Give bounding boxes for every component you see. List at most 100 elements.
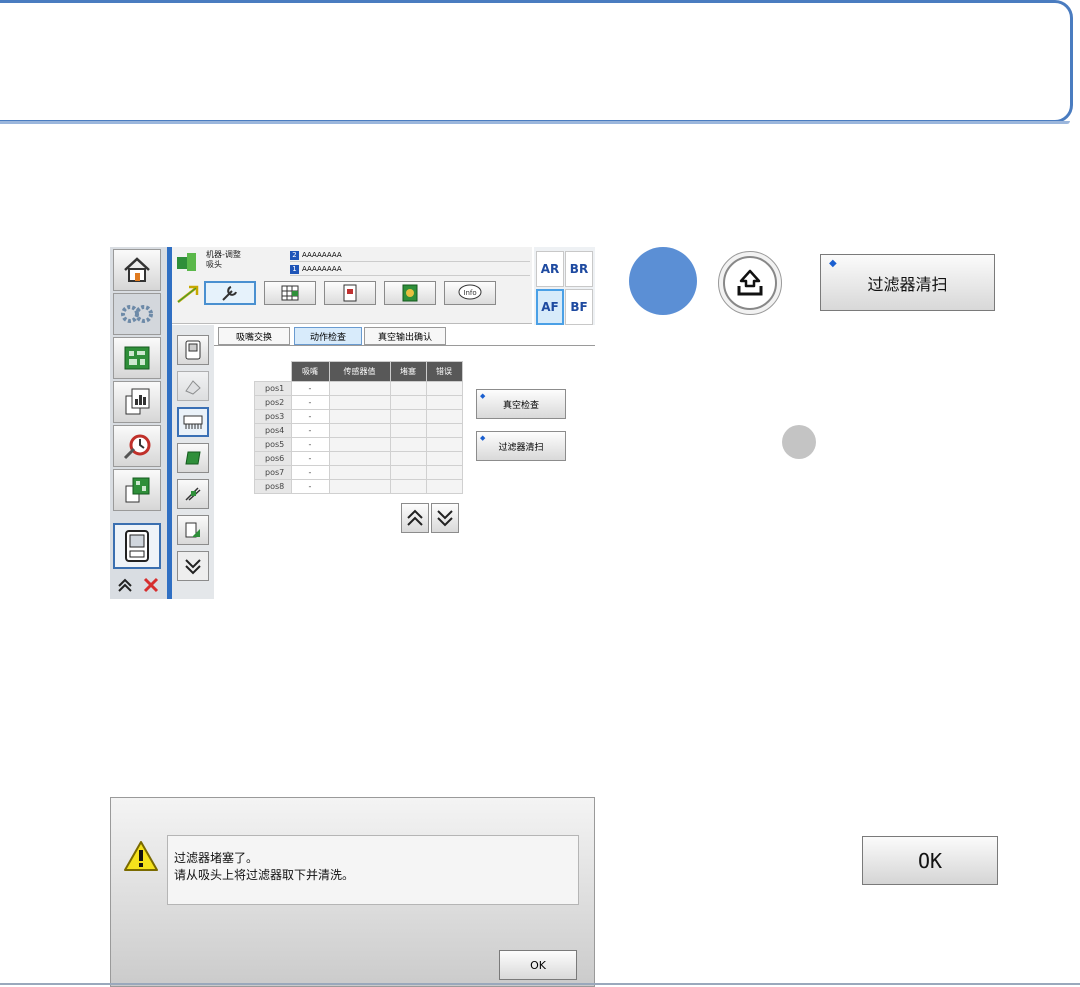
header-spacer: [172, 309, 532, 324]
filter-clean-button-large[interactable]: ◆ 过滤器清扫: [820, 254, 995, 311]
return-key-button[interactable]: [718, 251, 782, 315]
function-tabs: Info: [172, 279, 532, 310]
tab-info[interactable]: Info: [444, 281, 496, 305]
row-label: pos4: [254, 423, 292, 438]
tab-grid[interactable]: [264, 281, 316, 305]
lane-ar-button[interactable]: AR: [536, 251, 564, 287]
nav-scroll-up-button[interactable]: [113, 573, 137, 597]
error-cell: [425, 465, 463, 480]
sub-nav: [172, 325, 214, 599]
subnav-conveyor-button[interactable]: [177, 479, 209, 509]
gears-icon: [121, 305, 153, 323]
filter-clean-button[interactable]: ◆ 过滤器清扫: [476, 431, 566, 461]
subnav-calibration-button[interactable]: [177, 515, 209, 545]
nozzle-cell: -: [290, 451, 330, 466]
table-row: pos4-: [254, 423, 463, 438]
diamond-icon: ◆: [480, 392, 486, 400]
error-cell: [425, 381, 463, 396]
dialog-ok-button[interactable]: OK: [499, 950, 577, 980]
clog-cell: [389, 395, 427, 410]
info-field-2: 1 AAAAAAAA: [290, 263, 530, 276]
dialog-message: 过滤器堵塞了。 请从吸头上将过滤器取下并清洗。: [167, 835, 579, 905]
home-icon: [124, 257, 150, 282]
col-header-nozzle: 吸嘴: [290, 361, 330, 382]
grid-table-icon: [281, 285, 299, 301]
row-label: pos7: [254, 465, 292, 480]
col-header-clog: 堵塞: [389, 361, 427, 382]
alarm-clock-wrench-icon: [123, 434, 151, 460]
sensor-cell: [328, 409, 391, 424]
board-nav-button[interactable]: [113, 337, 161, 379]
screen-title-line1: 机器-调整: [206, 250, 241, 259]
arrow-up-right-icon: [177, 285, 199, 303]
table-row: pos8-: [254, 479, 463, 494]
double-chevron-up-icon: [118, 578, 132, 592]
nozzle-cell: -: [290, 409, 330, 424]
error-cell: [425, 423, 463, 438]
table-row: pos7-: [254, 465, 463, 480]
nozzle-status-table: 吸嘴 传感器值 堵塞 错误 pos1- pos2- pos3- pos4- po…: [254, 361, 463, 494]
nozzle-cell: -: [290, 465, 330, 480]
tray-icon: [185, 451, 201, 465]
double-chevron-up-icon: [407, 509, 423, 526]
tab-action-check[interactable]: 动作检查: [294, 327, 362, 345]
info-label: Info: [463, 289, 476, 297]
nozzle-check-panel: 吸嘴交换 动作检查 真空输出确认 吸嘴 传感器值 堵塞 错误 pos1 - pos…: [214, 325, 595, 599]
ok-button-large[interactable]: OK: [862, 836, 998, 885]
board-data-nav-button[interactable]: [113, 469, 161, 511]
machine-small-icon: [185, 340, 201, 360]
subnav-head-button[interactable]: [177, 407, 209, 437]
lane-bf-button[interactable]: BF: [565, 289, 593, 325]
machine-adjust-screen: 机器-调整 吸头 2 AAAAAAAA 1 AAAAAAAA Info AR B…: [110, 247, 595, 599]
conveyor-icon: [185, 487, 201, 501]
tab-adjust[interactable]: [204, 281, 256, 305]
filter-clean-large-label: 过滤器清扫: [867, 274, 948, 294]
sensor-cell: [328, 479, 391, 494]
info-field-1: 2 AAAAAAAA: [290, 249, 530, 262]
row-label: pos8: [254, 479, 292, 494]
warning-icon: [124, 841, 158, 871]
tab-document[interactable]: [324, 281, 376, 305]
row-label: pos5: [254, 437, 292, 452]
lane-br-button[interactable]: BR: [565, 251, 593, 287]
filter-clog-dialog: 过滤器堵塞了。 请从吸头上将过滤器取下并清洗。 OK: [110, 797, 595, 987]
subnav-feeder-button[interactable]: [177, 371, 209, 401]
row-label: pos1: [254, 381, 292, 396]
circuit-board-icon: [124, 346, 150, 370]
table-corner: [254, 361, 291, 382]
sensor-cell: [328, 465, 391, 480]
tab-nozzle-exchange[interactable]: 吸嘴交换: [218, 327, 290, 345]
filter-clean-label: 过滤器清扫: [498, 442, 544, 453]
table-scroll-up-button[interactable]: [401, 503, 429, 533]
report-nav-button[interactable]: [113, 381, 161, 423]
nav-tools-button[interactable]: [139, 573, 163, 597]
diamond-icon: ◆: [829, 258, 837, 269]
double-chevron-down-icon: [437, 510, 453, 527]
table-header-row: 吸嘴 传感器值 堵塞 错误: [254, 361, 463, 382]
production-nav-button[interactable]: [113, 293, 161, 335]
table-scroll-down-button[interactable]: [431, 503, 459, 533]
row-label: pos3: [254, 409, 292, 424]
subnav-machine-button[interactable]: [177, 335, 209, 365]
lane-af-button[interactable]: AF: [536, 289, 564, 325]
nozzle-cell: -: [290, 479, 330, 494]
error-cell: [425, 409, 463, 424]
subnav-tray-button[interactable]: [177, 443, 209, 473]
bar-chart-document-icon: [125, 388, 150, 415]
sensor-cell: [328, 395, 391, 410]
maintenance-alarm-nav-button[interactable]: [113, 425, 161, 467]
clog-cell: [389, 381, 427, 396]
tab-vacuum-output-confirm[interactable]: 真空输出确认: [364, 327, 446, 345]
subnav-scroll-down-button[interactable]: [177, 551, 209, 581]
machine-nav-button[interactable]: [113, 523, 161, 569]
home-nav-button[interactable]: [113, 249, 161, 291]
table-row: pos5-: [254, 437, 463, 452]
vacuum-check-button[interactable]: ◆ 真空检查: [476, 389, 566, 419]
step-marker: [629, 247, 697, 315]
screen-title-line2: 吸头: [206, 260, 222, 269]
table-row: pos2-: [254, 395, 463, 410]
col-header-sensor: 传感器值: [328, 361, 391, 382]
clog-cell: [389, 423, 427, 438]
tab-settings[interactable]: [384, 281, 436, 305]
clog-cell: [389, 451, 427, 466]
